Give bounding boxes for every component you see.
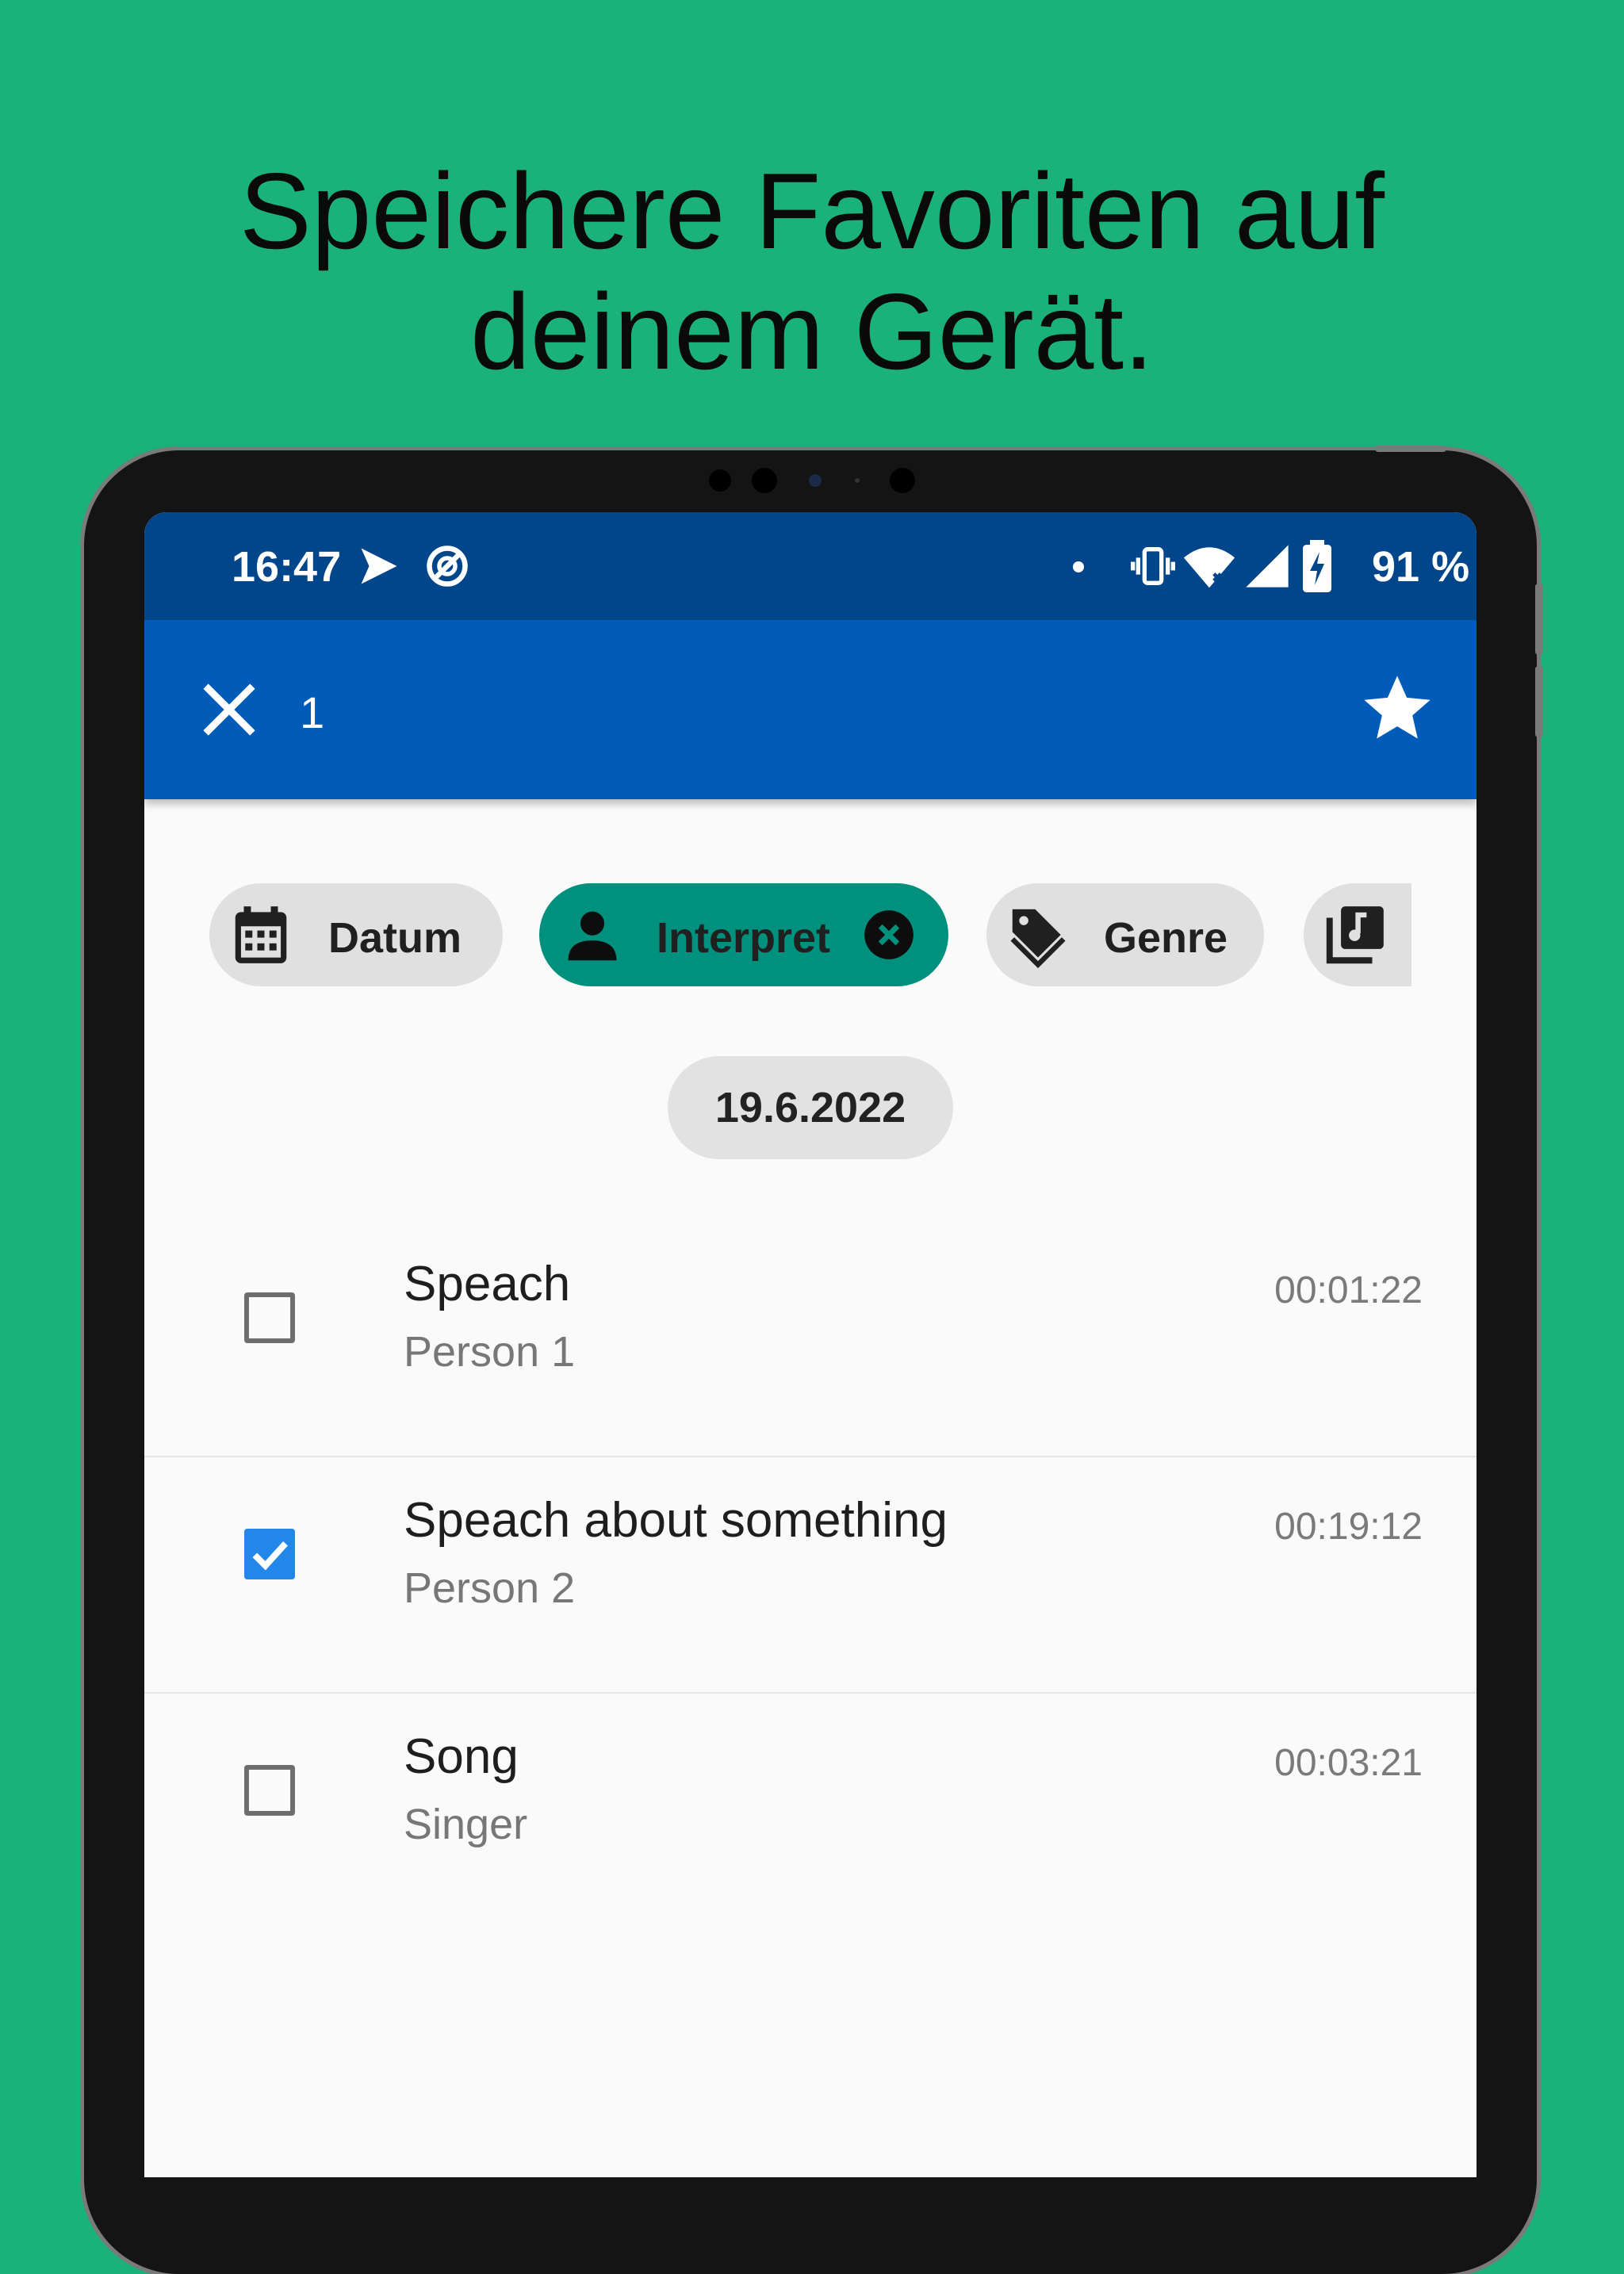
cell-signal-icon: [1246, 545, 1289, 588]
status-bar: 16:47 91 %: [144, 512, 1477, 620]
item-subtitle: Singer: [404, 1801, 528, 1848]
filter-chip-label: Interpret: [657, 914, 831, 962]
status-time: 16:47: [232, 543, 342, 591]
filter-chip-genre[interactable]: Genre: [986, 883, 1264, 986]
promo-headline-line1: Speichere Favoriten auf: [239, 151, 1385, 271]
contextual-app-bar: 1: [144, 620, 1477, 799]
list-item[interactable]: Song Singer 00:03:21: [144, 1694, 1477, 1930]
sync-off-icon: [427, 546, 468, 587]
item-duration: 00:01:22: [1274, 1269, 1423, 1311]
item-title: Speach about something: [404, 1493, 948, 1548]
wifi-icon: [1183, 547, 1235, 588]
sensor-dot: [855, 478, 860, 483]
filter-chip-interpret[interactable]: Interpret: [539, 883, 948, 986]
clear-filter-icon[interactable]: [860, 905, 918, 964]
checkmark-icon: [252, 1541, 288, 1571]
filter-chip-datum[interactable]: Datum: [209, 883, 503, 986]
filter-chip-library[interactable]: [1304, 883, 1411, 986]
app-screen: 16:47 91 % 1 Datum Interpret Genre 19.6.…: [144, 512, 1477, 2177]
dot-icon: [1073, 561, 1084, 572]
star-icon[interactable]: [1358, 669, 1437, 748]
item-duration: 00:03:21: [1274, 1742, 1423, 1784]
tag-icon: [1010, 909, 1066, 969]
sensor-dot: [752, 468, 777, 493]
item-subtitle: Person 2: [404, 1564, 576, 1612]
item-checkbox[interactable]: [244, 1529, 295, 1579]
item-subtitle: Person 1: [404, 1328, 576, 1376]
power-button: [1535, 666, 1543, 737]
front-camera: [809, 474, 822, 487]
date-header: 19.6.2022: [668, 1056, 953, 1159]
person-icon: [568, 911, 617, 961]
sensor-dot: [890, 468, 915, 493]
item-title: Song: [404, 1729, 519, 1784]
volume-button: [1535, 584, 1543, 655]
filter-chip-label: Genre: [1104, 914, 1228, 962]
list-item[interactable]: Speach about something Person 2 00:19:12: [144, 1457, 1477, 1694]
battery-charging-icon: [1303, 540, 1331, 592]
vibrate-icon: [1131, 547, 1175, 585]
music-library-icon: [1326, 906, 1384, 964]
sensor-dot: [709, 469, 731, 492]
item-checkbox[interactable]: [244, 1292, 295, 1343]
promo-headline-line2: deinem Gerät.: [470, 271, 1154, 392]
selection-count: 1: [300, 687, 325, 737]
top-button: [1375, 446, 1446, 452]
promo-headline: Speichere Favoriten auf deinem Gerät.: [0, 151, 1624, 392]
close-icon[interactable]: [193, 674, 265, 745]
item-title: Speach: [404, 1257, 571, 1311]
list-item[interactable]: Speach Person 1 00:01:22: [144, 1221, 1477, 1457]
item-checkbox[interactable]: [244, 1765, 295, 1816]
item-duration: 00:19:12: [1274, 1506, 1423, 1548]
play-store-icon: [361, 548, 397, 584]
calendar-icon: [235, 906, 287, 963]
filter-chip-label: Datum: [328, 914, 462, 962]
battery-level: 91 %: [1372, 543, 1470, 591]
